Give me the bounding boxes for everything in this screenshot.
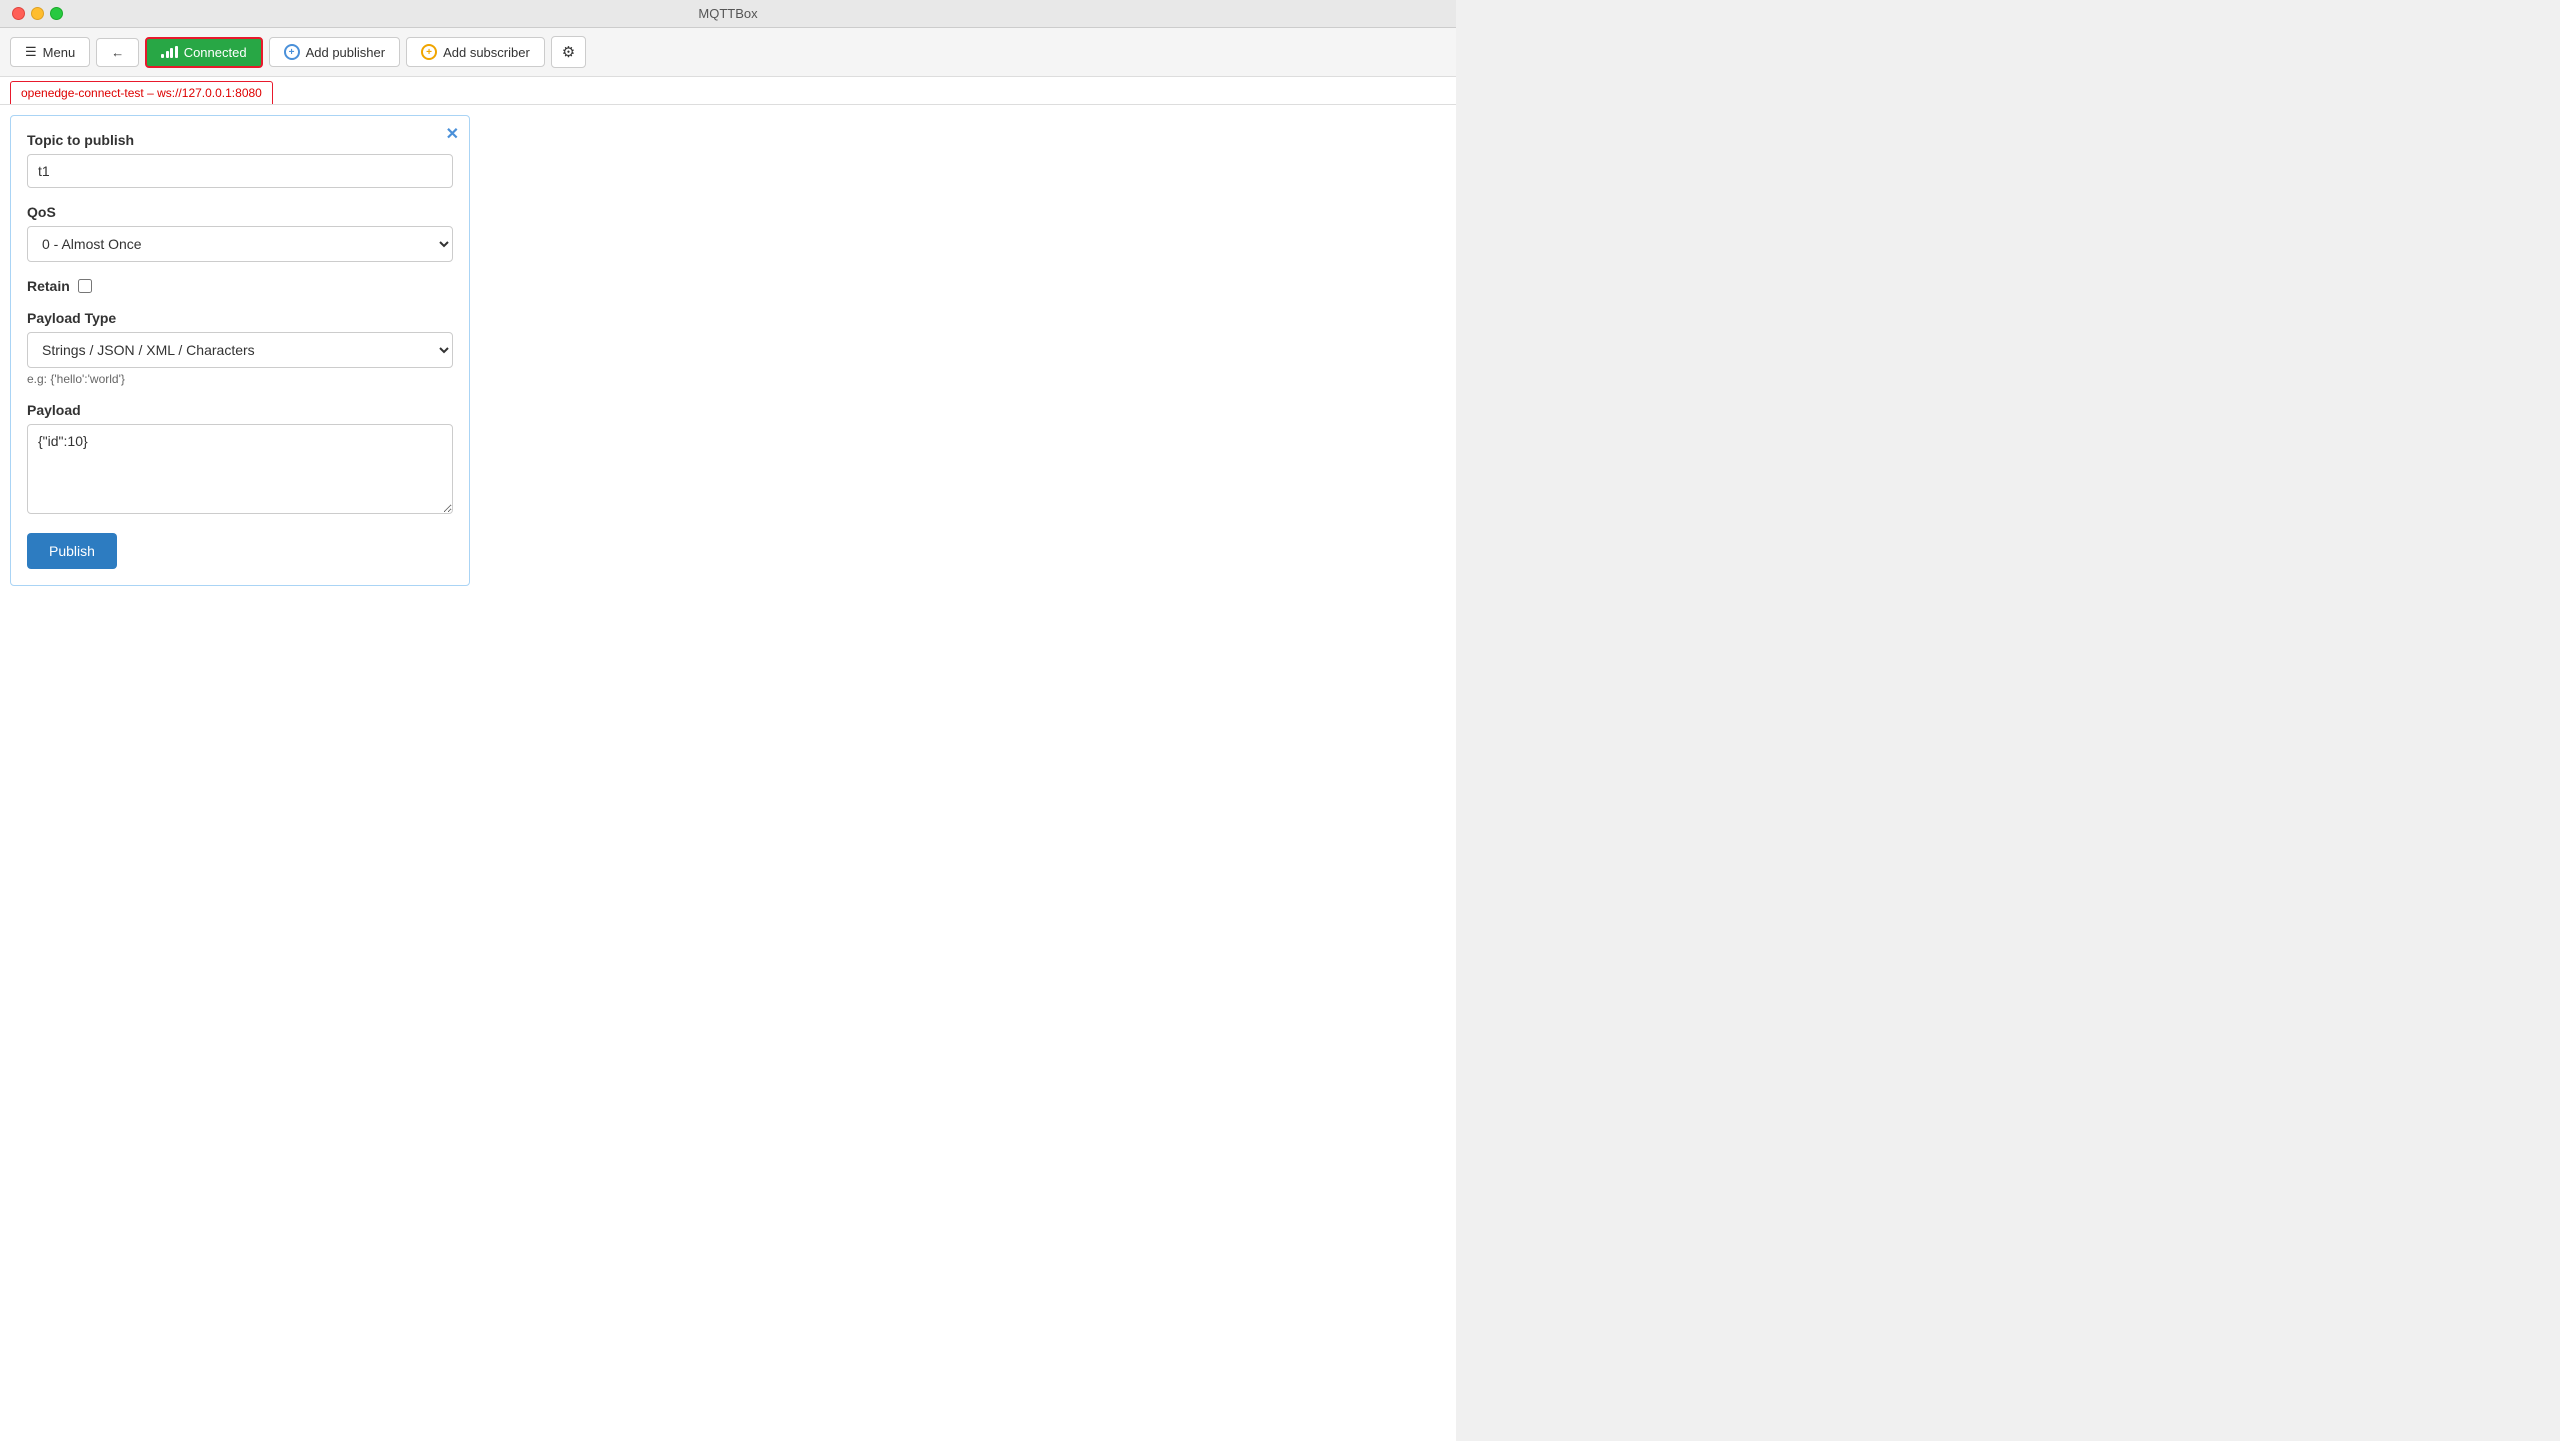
add-subscriber-button[interactable]: + Add subscriber <box>406 37 545 67</box>
connection-tab[interactable]: openedge-connect-test – ws://127.0.0.1:8… <box>10 81 273 104</box>
payload-type-select[interactable]: Strings / JSON / XML / Characters Intege… <box>27 332 453 368</box>
payload-group: Payload {"id":10} <box>27 402 453 517</box>
menu-label: Menu <box>43 45 76 60</box>
window-title: MQTTBox <box>698 6 757 21</box>
toolbar: ☰ Menu ← Connected + Add publisher + Add… <box>0 28 1456 77</box>
gear-icon: ⚙ <box>562 43 575 61</box>
retain-group: Retain <box>27 278 453 294</box>
payload-label: Payload <box>27 402 453 418</box>
payload-textarea[interactable]: {"id":10} <box>27 424 453 514</box>
payload-type-label: Payload Type <box>27 310 453 326</box>
topic-input[interactable] <box>27 154 453 188</box>
add-publisher-label: Add publisher <box>306 45 386 60</box>
back-icon: ← <box>111 45 124 60</box>
publish-button[interactable]: Publish <box>27 533 117 569</box>
title-bar: MQTTBox <box>0 0 1456 28</box>
connection-tabs-bar: openedge-connect-test – ws://127.0.0.1:8… <box>0 77 1456 105</box>
menu-icon: ☰ <box>25 44 37 60</box>
add-publisher-icon: + <box>284 44 300 60</box>
retain-label: Retain <box>27 278 70 294</box>
qos-group: QoS 0 - Almost Once 1 - At Least Once 2 … <box>27 204 453 262</box>
traffic-lights <box>12 7 63 20</box>
add-subscriber-label: Add subscriber <box>443 45 530 60</box>
close-button[interactable] <box>12 7 25 20</box>
retain-checkbox[interactable] <box>78 279 92 293</box>
signal-icon <box>161 46 178 58</box>
qos-select[interactable]: 0 - Almost Once 1 - At Least Once 2 - Ex… <box>27 226 453 262</box>
back-button[interactable]: ← <box>96 38 139 67</box>
payload-hint: e.g: {'hello':'world'} <box>27 372 453 386</box>
add-publisher-button[interactable]: + Add publisher <box>269 37 401 67</box>
main-content: ✕ Topic to publish QoS 0 - Almost Once 1… <box>0 105 1456 1441</box>
maximize-button[interactable] <box>50 7 63 20</box>
topic-group: Topic to publish <box>27 132 453 188</box>
connected-button[interactable]: Connected <box>145 37 262 68</box>
settings-button[interactable]: ⚙ <box>551 36 586 68</box>
connected-label: Connected <box>184 45 247 60</box>
add-subscriber-icon: + <box>421 44 437 60</box>
panel-close-button[interactable]: ✕ <box>446 124 459 144</box>
payload-type-group: Payload Type Strings / JSON / XML / Char… <box>27 310 453 386</box>
minimize-button[interactable] <box>31 7 44 20</box>
publisher-panel: ✕ Topic to publish QoS 0 - Almost Once 1… <box>10 115 470 586</box>
menu-button[interactable]: ☰ Menu <box>10 37 90 67</box>
topic-label: Topic to publish <box>27 132 453 148</box>
qos-label: QoS <box>27 204 453 220</box>
